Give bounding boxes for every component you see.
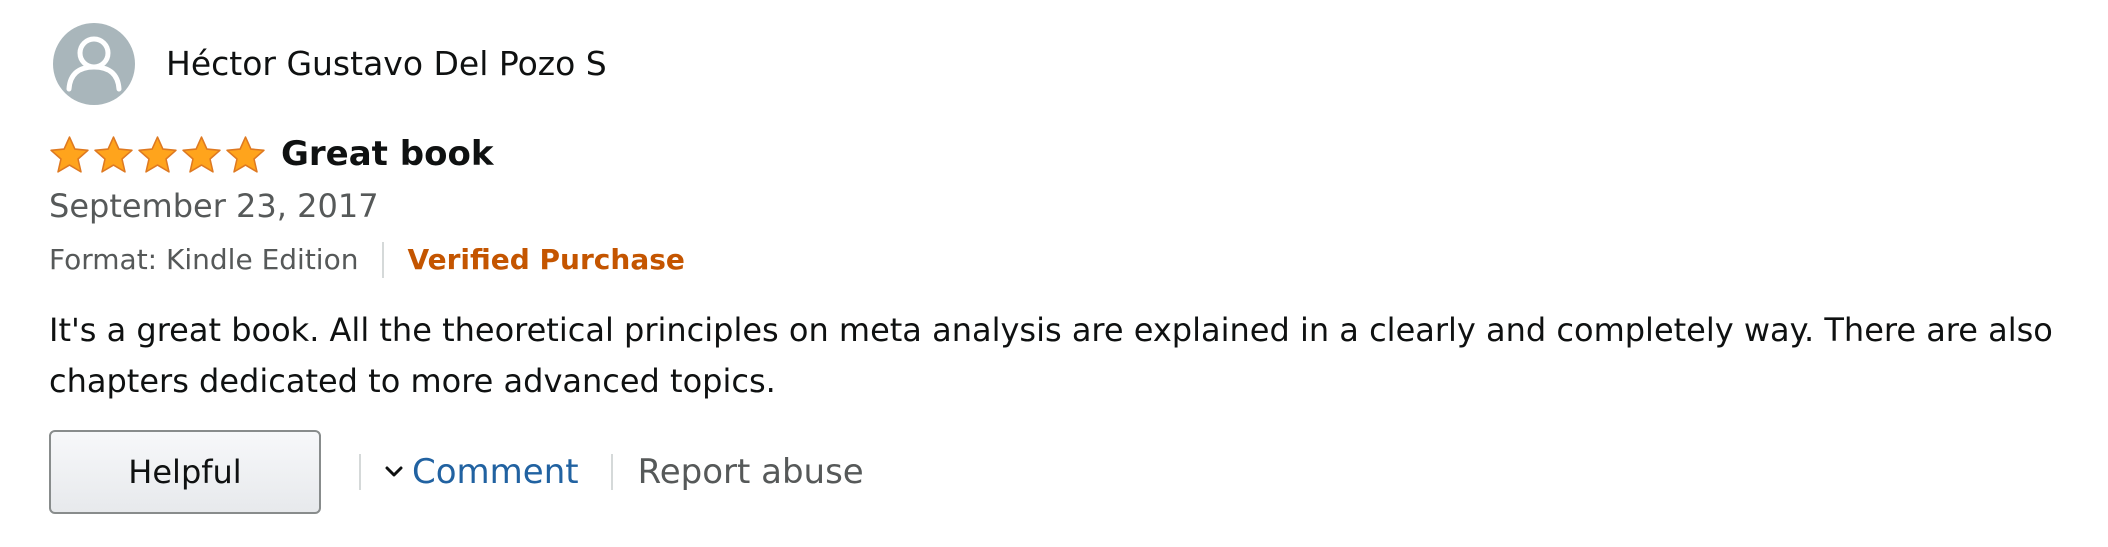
- chevron-down-icon: [385, 466, 403, 477]
- reviewer-name[interactable]: Héctor Gustavo Del Pozo S: [166, 44, 607, 84]
- star-icon: [50, 136, 89, 173]
- comment-label: Comment: [412, 452, 579, 492]
- divider: [382, 242, 385, 278]
- divider: [610, 454, 613, 490]
- star-icon: [138, 136, 177, 173]
- comment-link[interactable]: Comment: [385, 452, 579, 492]
- verified-purchase-badge: Verified Purchase: [407, 243, 685, 276]
- helpful-button[interactable]: Helpful: [49, 430, 321, 514]
- star-rating[interactable]: [48, 135, 267, 175]
- star-icon: [182, 136, 221, 173]
- review-meta: Format: Kindle Edition Verified Purchase: [49, 240, 685, 280]
- star-icon: [94, 136, 133, 173]
- review-actions: Helpful Comment Report abuse: [49, 430, 864, 514]
- review-date: September 23, 2017: [49, 187, 379, 225]
- divider: [359, 454, 361, 490]
- star-icon: [226, 136, 265, 173]
- person-silhouette-icon: [66, 36, 122, 92]
- review-title[interactable]: Great book: [281, 133, 493, 175]
- avatar: [53, 23, 135, 105]
- review-body: It's a great book. All the theoretical p…: [49, 311, 2053, 400]
- format-label: Format: Kindle Edition: [49, 243, 359, 276]
- report-abuse-link[interactable]: Report abuse: [638, 452, 864, 492]
